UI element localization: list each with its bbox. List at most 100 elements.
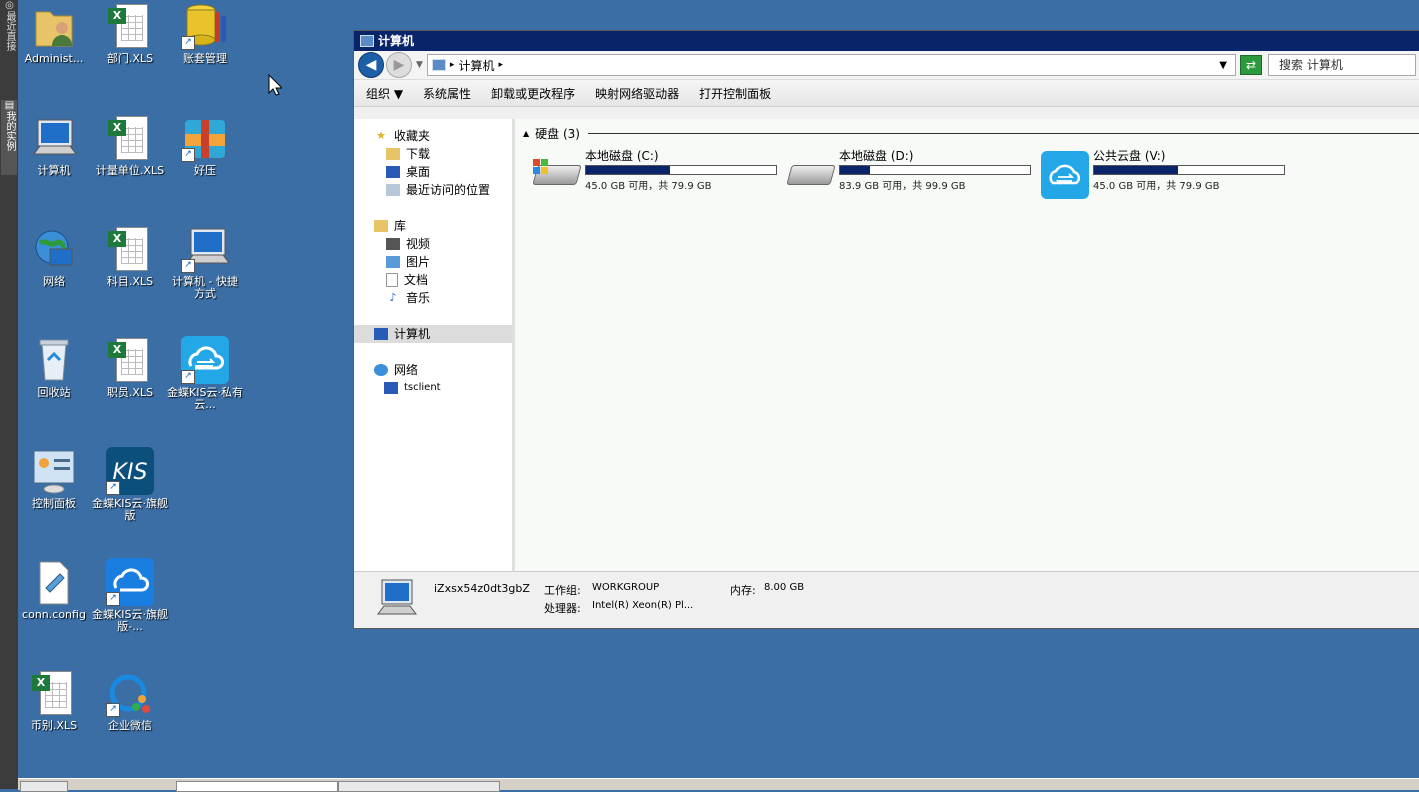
workgroup-value: WORKGROUP [592,582,660,593]
desktop-icon-conn-config[interactable]: conn.config [16,558,92,621]
start-button[interactable] [20,781,68,792]
desktop-icon-computer-shortcut[interactable]: ↗ 计算机 - 快捷方式 [167,225,243,300]
network-globe-icon [30,225,78,273]
refresh-button[interactable]: ⇄ [1240,55,1262,75]
desktop-icon-zhiyuan-xls[interactable]: X 职员.XLS [92,336,168,399]
nav-computer[interactable]: 计算机 [354,325,512,343]
cpu-value: Intel(R) Xeon(R) Pl... [592,600,694,611]
computer-icon: ↗ [181,225,230,273]
desktop-icon-label: Administ... [24,52,84,65]
taskbar-button[interactable] [338,781,500,792]
windows-drive-icon [532,151,582,195]
address-dropdown-icon[interactable]: ▼ [1219,60,1227,71]
open-control-panel-button[interactable]: 打开控制面板 [699,85,771,102]
collapse-icon[interactable]: ▲ [523,129,529,138]
desktop-icon-kis-flagship[interactable]: KIS ↗ 金蝶KIS云·旗舰版 [92,447,168,522]
chevron-right-icon[interactable]: ▸ [450,60,455,70]
navigation-pane[interactable]: ★ 收藏夹 下载 桌面 最近访问的位置 库 视频 图片 文档 ♪ 音乐 计算机 … [354,119,515,571]
nav-favorites[interactable]: ★ 收藏夹 [354,127,512,145]
database-tool-icon: ↗ [181,2,229,50]
desktop-icon [386,166,400,178]
excel-file-icon: X [30,669,78,717]
desktop-icon-label: 网络 [43,275,65,288]
nav-label: 最近访问的位置 [406,183,491,197]
search-input[interactable]: 搜索 计算机 [1268,54,1416,76]
command-toolbar: 组织 ▼ 系统属性 卸载或更改程序 映射网络驱动器 打开控制面板 [354,80,1419,107]
desktop-icon-zhangtao[interactable]: ↗ 账套管理 [167,2,243,65]
recent-pages-dropdown-icon[interactable]: ▼ [416,60,423,70]
download-folder-icon [386,148,400,160]
nav-label: 音乐 [406,291,431,305]
library-folder-icon [374,220,388,232]
nav-libraries[interactable]: 库 [354,217,512,235]
computer-icon [30,114,78,162]
window-titlebar[interactable]: 计算机 [354,31,1419,51]
taskbar-button-explorer[interactable] [176,781,338,792]
cpu-label: 处理器: [544,602,581,615]
desktop-icon-bumen-xls[interactable]: X 部门.XLS [92,2,168,65]
workgroup-label: 工作组: [544,584,581,597]
desktop-icon-label: 部门.XLS [106,52,154,65]
address-input[interactable]: ▸ 计算机 ▸ ▼ [426,54,1236,76]
side-strip-recent[interactable]: ◎最近直接 [1,0,17,90]
forward-button[interactable]: ▶ [386,52,412,78]
nav-recent-places[interactable]: 最近访问的位置 [354,181,512,199]
computer-icon [374,578,418,618]
chevron-right-icon[interactable]: ▸ [498,60,503,70]
drive-name: 公共云盘 (V:) [1093,149,1166,163]
desktop-icon-label: 控制面板 [32,497,76,510]
drive-usage-fill [586,166,670,174]
organize-button[interactable]: 组织 ▼ [366,85,403,102]
content-area: ★ 收藏夹 下载 桌面 最近访问的位置 库 视频 图片 文档 ♪ 音乐 计算机 … [354,119,1419,571]
drive-usage-fill [1094,166,1178,174]
desktop-icon-recycle-bin[interactable]: 回收站 [16,336,92,399]
desktop-icon-control-panel[interactable]: 控制面板 [16,447,92,510]
desktop-icon-haozip[interactable]: ↗ 好压 [167,114,243,177]
cloud-sync-icon: ↗ [181,336,229,384]
window-title: 计算机 [378,34,415,48]
drive-usage-bar [839,165,1031,175]
nav-videos[interactable]: 视频 [354,235,512,253]
nav-network[interactable]: 网络 [354,361,512,379]
desktop-icon-kemu-xls[interactable]: X 科目.XLS [92,225,168,288]
desktop-icon-label: 金蝶KIS云·私有云... [167,386,243,411]
group-header-hard-disks[interactable]: ▲ 硬盘 (3) [523,125,1419,142]
desktop-icon-kis-private-cloud[interactable]: ↗ 金蝶KIS云·私有云... [167,336,243,411]
nav-downloads[interactable]: 下载 [354,145,512,163]
drive-d[interactable]: 本地磁盘 (D:) 83.9 GB 可用，共 99.9 GB [786,147,1035,197]
breadcrumb-computer[interactable]: 计算机 [458,57,494,74]
desktop-icon-kis-flagship-2[interactable]: ↗ 金蝶KIS云·旗舰版-... [92,558,168,633]
back-button[interactable]: ◀ [358,52,384,78]
desktop-icon-computer[interactable]: 计算机 [16,114,92,177]
network-icon [374,364,388,376]
map-network-drive-button[interactable]: 映射网络驱动器 [595,85,679,102]
desktop-icon-network[interactable]: 网络 [16,225,92,288]
uninstall-program-button[interactable]: 卸载或更改程序 [491,85,575,102]
nav-music[interactable]: ♪ 音乐 [354,289,512,307]
recent-places-icon [386,184,400,196]
desktop-icon-bibie-xls[interactable]: X 币别.XLS [16,669,92,732]
file-list-pane[interactable]: ▲ 硬盘 (3) 本地磁盘 (C:) 45.0 GB 可用，共 79.9 GB … [515,119,1419,571]
desktop-icon-administrator[interactable]: Administ... [16,2,92,65]
desktop-icon-jiliang-xls[interactable]: X 计量单位.XLS [92,114,168,177]
desktop-icon-wecom[interactable]: ↗ 企业微信 [92,669,168,732]
nav-label: 文档 [404,273,429,287]
nav-pictures[interactable]: 图片 [354,253,512,271]
nav-documents[interactable]: 文档 [354,271,512,289]
nav-label: 收藏夹 [394,129,431,143]
side-strip-instances[interactable]: ▤我的实例 [1,100,17,175]
nav-label: 计算机 [394,327,431,341]
nav-desktop[interactable]: 桌面 [354,163,512,181]
hard-drive-icon [786,151,836,195]
desktop-icon-label: 金蝶KIS云·旗舰版-... [92,608,168,633]
drive-usage-bar [585,165,777,175]
excel-file-icon: X [106,2,154,50]
system-properties-button[interactable]: 系统属性 [423,85,471,102]
nav-label: 库 [394,219,407,233]
drive-c[interactable]: 本地磁盘 (C:) 45.0 GB 可用，共 79.9 GB [532,147,781,197]
details-pane: iZxsx54z0dt3gbZ 工作组: WORKGROUP 内存: 8.00 … [354,571,1419,628]
drive-v[interactable]: 公共云盘 (V:) 45.0 GB 可用，共 79.9 GB [1041,147,1289,199]
nav-tsclient[interactable]: tsclient [354,379,512,397]
control-panel-icon [30,447,78,495]
computer-icon [384,382,398,394]
